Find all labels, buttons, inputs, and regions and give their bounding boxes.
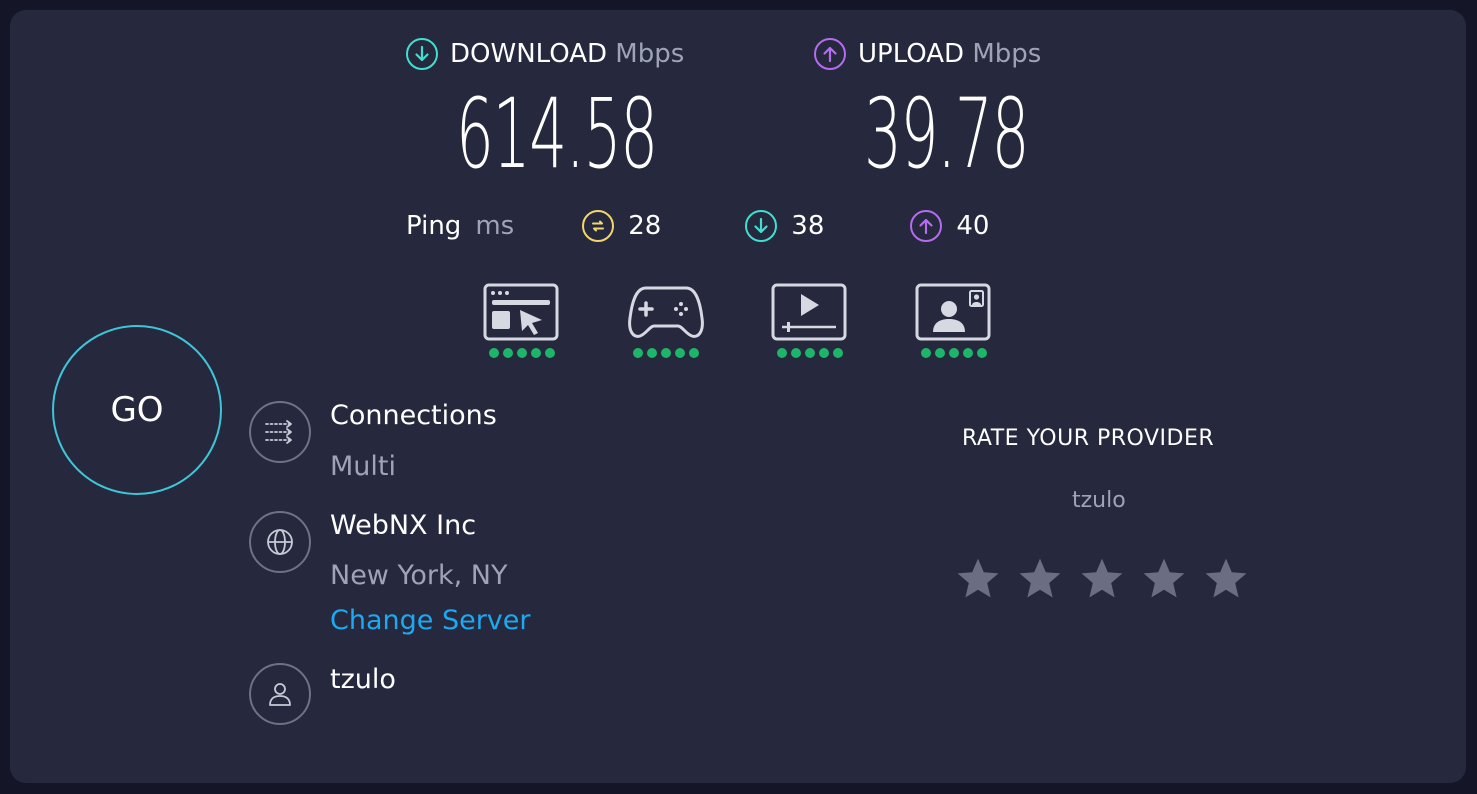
rating-dot	[963, 348, 973, 358]
ping-unit: ms	[475, 211, 515, 241]
globe-icon	[249, 511, 311, 573]
rating-dot	[489, 348, 499, 358]
star-icon-5[interactable]	[1202, 555, 1250, 603]
rating-dot	[935, 348, 945, 358]
rating-dot	[689, 348, 699, 358]
provider-name: tzulo	[330, 664, 396, 695]
rating-dot	[977, 348, 987, 358]
rating-dot	[517, 348, 527, 358]
star-icon-1[interactable]	[954, 555, 1002, 603]
activity-browsing	[482, 282, 562, 358]
rate-provider-title: RATE YOUR PROVIDER	[962, 426, 1215, 451]
connections-value[interactable]: Multi	[330, 451, 396, 482]
ping-row: Ping ms 28 38 40	[406, 210, 989, 242]
ping-download-value: 38	[791, 211, 825, 241]
star-icon-3[interactable]	[1078, 555, 1126, 603]
download-header: DOWNLOAD Mbps	[406, 38, 684, 70]
star-rating[interactable]	[954, 555, 1250, 603]
star-icon-4[interactable]	[1140, 555, 1188, 603]
ping-idle-value: 28	[628, 211, 662, 241]
rating-dot	[661, 348, 671, 358]
ping-label: Ping	[406, 211, 462, 241]
star-icon-2[interactable]	[1016, 555, 1064, 603]
upload-header: UPLOAD Mbps	[814, 38, 1041, 70]
idle-latency-icon	[582, 210, 615, 242]
rate-provider-name: tzulo	[1072, 488, 1126, 513]
video-call-rating	[921, 348, 987, 358]
download-value: 614.58	[456, 78, 658, 190]
activity-streaming	[770, 282, 850, 358]
activity-gaming	[626, 282, 706, 358]
rating-dot	[805, 348, 815, 358]
ping-upload: 40	[910, 210, 989, 242]
rating-dot	[647, 348, 657, 358]
upload-arrow-icon	[814, 38, 846, 70]
download-label: DOWNLOAD	[450, 39, 608, 69]
activity-video-call	[914, 282, 994, 358]
streaming-icon	[771, 283, 847, 341]
rating-dot	[949, 348, 959, 358]
streaming-rating	[777, 348, 843, 358]
rating-dot	[545, 348, 555, 358]
user-icon	[249, 663, 311, 725]
rating-dot	[777, 348, 787, 358]
browsing-icon	[483, 283, 559, 341]
gaming-icon	[628, 286, 704, 338]
server-name: WebNX Inc	[330, 510, 477, 541]
upload-unit: Mbps	[972, 39, 1042, 69]
ping-idle: 28	[582, 210, 661, 242]
go-button[interactable]: GO	[52, 325, 222, 495]
rating-dot	[791, 348, 801, 358]
browsing-rating	[489, 348, 555, 358]
rating-dot	[833, 348, 843, 358]
download-arrow-icon	[406, 38, 438, 70]
change-server-link[interactable]: Change Server	[330, 605, 531, 636]
rating-dot	[531, 348, 541, 358]
download-latency-icon	[745, 210, 778, 242]
ping-upload-value: 40	[956, 211, 990, 241]
results-card: DOWNLOAD Mbps 614.58 UPLOAD Mbps 39.78 P…	[10, 10, 1466, 783]
upload-label: UPLOAD	[858, 39, 965, 69]
upload-latency-icon	[910, 210, 943, 242]
connections-icon	[249, 401, 311, 463]
gaming-rating	[633, 348, 699, 358]
video-call-icon	[915, 283, 991, 341]
download-unit: Mbps	[615, 39, 685, 69]
connections-title: Connections	[330, 400, 497, 431]
upload-value: 39.78	[864, 78, 1029, 190]
ping-download: 38	[745, 210, 824, 242]
rating-dot	[675, 348, 685, 358]
rating-dot	[921, 348, 931, 358]
rating-dot	[503, 348, 513, 358]
rating-dot	[819, 348, 829, 358]
rating-dot	[633, 348, 643, 358]
server-location: New York, NY	[330, 560, 508, 591]
